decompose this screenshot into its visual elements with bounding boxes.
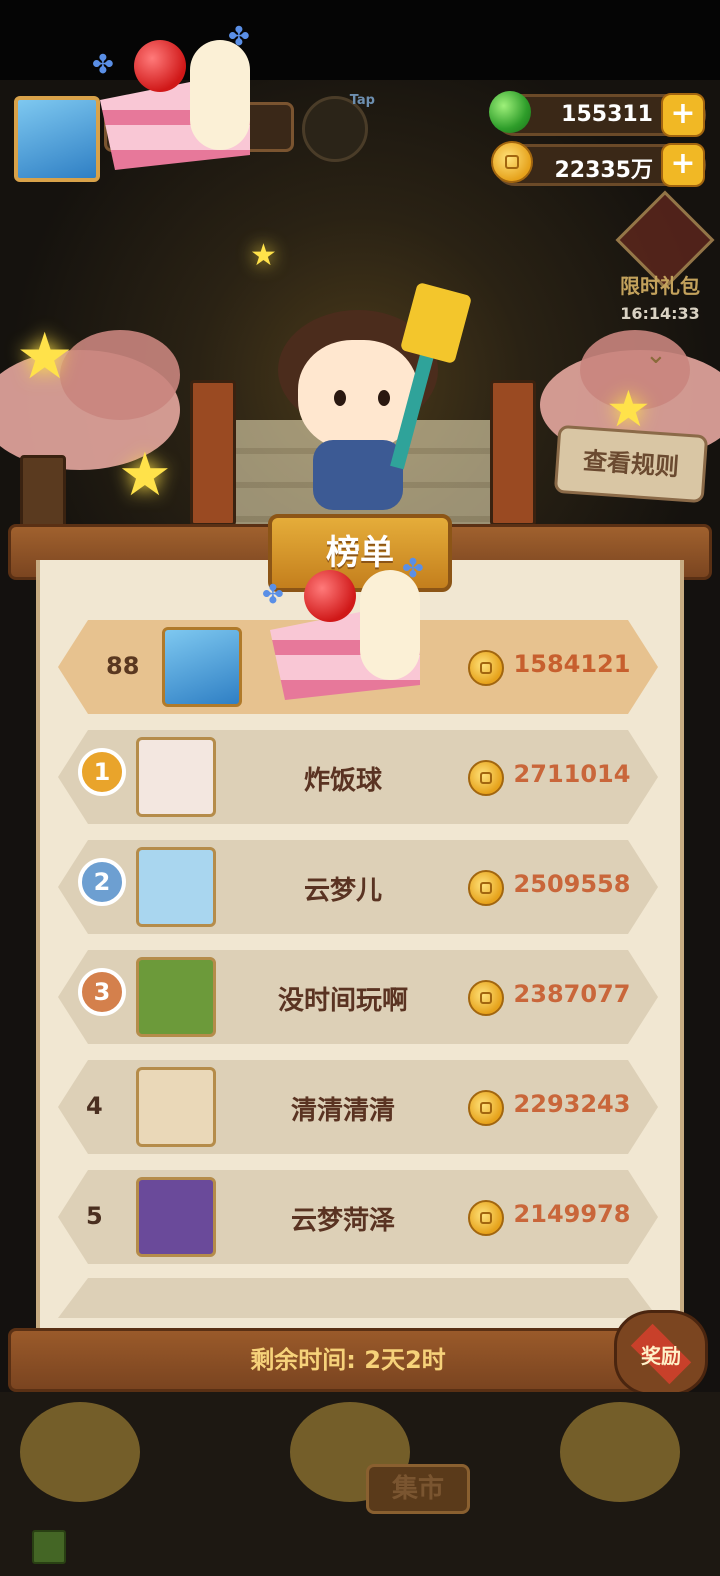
gold-medal-icon: 1	[78, 748, 126, 796]
coin-value: 22335万	[554, 158, 653, 183]
duck-icon	[560, 1402, 680, 1502]
player-score: 2387077	[513, 980, 631, 1008]
avatar	[136, 1067, 216, 1147]
coin-icon	[468, 760, 504, 796]
tap-button[interactable]: Tap	[302, 93, 375, 162]
coin-icon	[468, 1200, 504, 1236]
chevron-down-icon[interactable]: ⌄	[645, 340, 667, 370]
ranking-row[interactable]: 5 云梦菏泽 2149978	[58, 1170, 658, 1264]
rank-number: 4	[86, 1092, 103, 1120]
cake-cream	[360, 570, 420, 680]
hero-character	[268, 281, 473, 520]
rank-number: 3	[93, 978, 111, 1006]
ranking-row[interactable]: 1 炸饭球 2711014	[58, 730, 658, 824]
coin-icon	[468, 980, 504, 1016]
coin-icon	[491, 141, 533, 183]
star-icon: ★	[118, 440, 172, 510]
corner-square-icon	[32, 1530, 66, 1564]
ranking-row[interactable]: 3 没时间玩啊 2387077	[58, 950, 658, 1044]
blossom-tree-icon	[60, 330, 180, 420]
silver-medal-icon: 2	[78, 858, 126, 906]
add-coins-button[interactable]: +	[661, 143, 705, 187]
gift-timer: 16:14:33	[620, 304, 700, 323]
jade-gem-icon	[489, 91, 531, 133]
my-avatar	[162, 627, 242, 707]
player-name: 炸饭球	[303, 766, 382, 796]
rank-number: 1	[93, 758, 111, 786]
cake-sticker-icon: ✤ ✤	[92, 22, 260, 180]
bottom-scene	[0, 1392, 720, 1576]
my-rank-number: 88	[106, 652, 140, 680]
gem-counter: 155311 +	[489, 91, 706, 137]
app-screen: Tap 155311 + 22335万 + 限时礼包 16:14:33 ⌄ ★ …	[0, 0, 720, 1576]
player-score: 2149978	[513, 1200, 631, 1228]
player-avatar[interactable]	[14, 96, 100, 182]
ranking-row[interactable]: 4 清清清清 2293243	[58, 1060, 658, 1154]
flower-icon: ✤	[402, 554, 424, 584]
ranking-row[interactable]: 2 云梦儿 2509558	[58, 840, 658, 934]
coin-counter: 22335万 +	[491, 141, 706, 187]
player-score: 2711014	[513, 760, 631, 788]
cherry-icon	[134, 40, 186, 92]
limited-gift-button[interactable]: 限时礼包 16:14:33	[610, 190, 715, 330]
avatar	[136, 957, 216, 1037]
remaining-time-bar: 剩余时间: 2天2时	[8, 1328, 688, 1392]
star-icon: ★	[250, 238, 277, 273]
market-button[interactable]: 集市	[366, 1464, 470, 1514]
ranking-row-partial[interactable]	[58, 1278, 658, 1318]
coin-icon	[468, 1090, 504, 1126]
view-rules-button[interactable]: 查看规则	[553, 424, 709, 504]
player-score: 2293243	[513, 1090, 631, 1118]
gift-title: 限时礼包	[620, 274, 700, 298]
fence-post	[490, 380, 536, 526]
avatar	[136, 1177, 216, 1257]
player-name: 云梦菏泽	[290, 1206, 395, 1236]
cake-sticker-icon: ✤ ✤	[262, 554, 440, 720]
cherry-icon	[304, 570, 356, 622]
tap-label: Tap	[349, 93, 375, 108]
gem-value: 155311	[561, 102, 653, 127]
my-score: 1584121	[513, 650, 631, 678]
fence-post	[20, 455, 66, 531]
duck-icon	[20, 1402, 140, 1502]
player-score: 2509558	[513, 870, 631, 898]
coin-icon	[468, 650, 504, 686]
hero-eye	[334, 390, 346, 406]
star-icon: ★	[16, 320, 74, 394]
add-gems-button[interactable]: +	[661, 93, 705, 137]
player-name: 没时间玩啊	[277, 986, 408, 1016]
hero-eye	[378, 390, 390, 406]
reward-label: 奖励	[641, 1344, 681, 1368]
reward-button[interactable]: 奖励	[606, 1290, 716, 1400]
flower-icon: ✤	[92, 50, 114, 80]
coin-icon	[468, 870, 504, 906]
player-name: 清清清清	[290, 1096, 395, 1126]
avatar	[136, 847, 216, 927]
bronze-medal-icon: 3	[78, 968, 126, 1016]
flower-icon: ✤	[228, 22, 250, 52]
avatar	[136, 737, 216, 817]
cake-cream	[190, 40, 250, 150]
flower-icon: ✤	[262, 580, 284, 610]
fence-post	[190, 380, 236, 526]
player-name: 云梦儿	[303, 876, 382, 906]
rank-number: 2	[93, 868, 111, 896]
hero-body	[313, 440, 403, 510]
rank-number: 5	[86, 1202, 103, 1230]
